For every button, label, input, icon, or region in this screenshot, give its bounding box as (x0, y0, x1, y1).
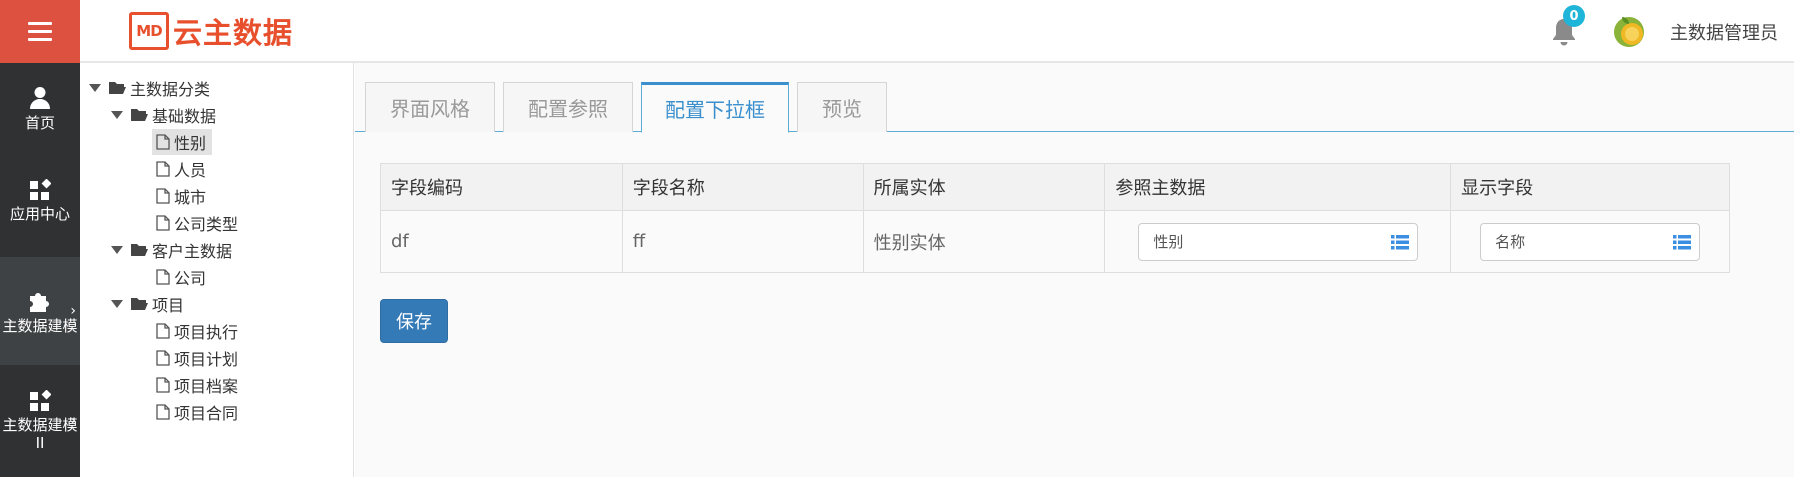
nav-item-master-data-modeling[interactable]: 主数据建模 › (0, 257, 80, 365)
tree-node-label: 项目 (152, 296, 185, 315)
column-header: 所属实体 (862, 163, 1106, 211)
tree-node-label: 公司类型 (174, 215, 239, 234)
tab-preview[interactable]: 预览 (797, 82, 887, 132)
tree-node-label: 项目计划 (174, 350, 239, 369)
logo-mark: MD (129, 12, 169, 50)
app-logo[interactable]: MD 云主数据 (129, 11, 293, 51)
tree-node-label: 人员 (174, 161, 207, 180)
column-header: 字段编码 (380, 163, 623, 211)
tree-node-label: 项目合同 (174, 404, 239, 423)
nav-item-home[interactable]: 首页 (0, 63, 80, 155)
tree-node-file[interactable]: 人员 (156, 156, 206, 182)
tree-node-folder[interactable]: 基础数据 (110, 102, 216, 128)
tree-node-root[interactable]: 主数据分类 (88, 75, 210, 101)
save-button[interactable]: 保存 (380, 299, 448, 343)
tree-node-file[interactable]: 城市 (156, 183, 206, 209)
field-config-table: 字段编码 字段名称 所属实体 参照主数据 显示字段 df ff 性别实体 性别 (380, 163, 1730, 273)
tree-node-label: 性别 (174, 134, 207, 153)
tree-node-file[interactable]: 项目档案 (156, 372, 238, 398)
column-header: 字段名称 (621, 163, 864, 211)
tree-node-label: 城市 (174, 188, 207, 207)
logo-text: 云主数据 (173, 16, 294, 50)
tree-node-file[interactable]: 公司类型 (156, 210, 238, 236)
chevron-right-icon: › (70, 303, 76, 319)
avatar[interactable] (1608, 11, 1650, 51)
list-icon[interactable] (1391, 234, 1410, 255)
file-icon (156, 350, 170, 366)
tree-node-label: 公司 (174, 269, 207, 288)
ref-master-value: 性别 (1153, 233, 1184, 251)
tab-ui-style[interactable]: 界面风格 (365, 82, 495, 132)
field-code-cell: df (380, 210, 623, 273)
file-icon (156, 269, 170, 285)
notification-badge: 0 (1563, 5, 1585, 27)
caret-down-icon[interactable] (110, 246, 124, 254)
column-header: 显示字段 (1450, 163, 1730, 211)
display-field-value: 名称 (1495, 233, 1526, 251)
tree-node-file[interactable]: 项目执行 (156, 318, 238, 344)
tree-node-label: 项目档案 (174, 377, 239, 396)
file-icon (156, 161, 170, 177)
display-field-select[interactable]: 名称 (1480, 222, 1700, 261)
nav-label: 主数据建模II (2, 416, 78, 452)
apps-icon (30, 179, 51, 200)
top-header: MD 云主数据 0 主数据管理员 (0, 0, 1794, 63)
left-nav: 首页 应用中心 主数据建模 › 主数据建模II › (0, 63, 80, 477)
nav-label: 应用中心 (9, 205, 70, 223)
field-name-cell: ff (621, 210, 864, 273)
caret-down-icon[interactable] (88, 84, 102, 92)
tree-node-label: 客户主数据 (152, 242, 233, 261)
folder-open-icon (130, 243, 148, 257)
tab-bar: 界面风格 配置参照 配置下拉框 预览 (355, 63, 1794, 133)
nav-item-master-data-modeling-ii[interactable]: 主数据建模II › (0, 365, 80, 477)
user-icon (30, 87, 50, 109)
tab-config-dropdown[interactable]: 配置下拉框 (641, 82, 789, 133)
file-icon (156, 215, 170, 231)
file-icon (156, 377, 170, 393)
category-tree: 主数据分类 基础数据 性别 人员 城市 公司类型 客户主数据 公司 项目 项目执… (80, 63, 354, 477)
puzzle-icon (30, 293, 49, 312)
user-name[interactable]: 主数据管理员 (1670, 19, 1778, 45)
hamburger-menu-icon[interactable] (0, 0, 80, 63)
entity-cell: 性别实体 (862, 210, 1106, 273)
file-icon (156, 404, 170, 420)
folder-open-icon (130, 108, 148, 122)
tree-node-folder[interactable]: 项目 (110, 291, 184, 317)
list-icon[interactable] (1673, 234, 1691, 255)
tree-node-folder[interactable]: 客户主数据 (110, 237, 232, 263)
display-field-cell: 名称 (1450, 210, 1730, 273)
file-icon (156, 134, 170, 150)
ref-master-select[interactable]: 性别 (1138, 222, 1419, 261)
file-icon (156, 188, 170, 204)
nav-label: 首页 (24, 114, 55, 132)
tree-node-label: 项目执行 (174, 323, 239, 342)
caret-down-icon[interactable] (110, 111, 124, 119)
ref-master-cell: 性别 (1104, 210, 1452, 273)
tree-node-label: 主数据分类 (130, 80, 211, 99)
table-header-row: 字段编码 字段名称 所属实体 参照主数据 显示字段 (380, 163, 1730, 211)
apps-icon (30, 390, 51, 411)
tree-node-file[interactable]: 公司 (156, 264, 206, 290)
folder-open-icon (130, 297, 148, 311)
main-content: 界面风格 配置参照 配置下拉框 预览 字段编码 字段名称 所属实体 参照主数据 … (355, 63, 1794, 477)
chevron-right-icon: › (70, 413, 76, 429)
tab-config-reference[interactable]: 配置参照 (503, 82, 633, 132)
column-header: 参照主数据 (1104, 163, 1452, 211)
folder-open-icon (108, 81, 126, 95)
tree-node-file[interactable]: 项目合同 (156, 399, 238, 425)
tree-node-label: 基础数据 (152, 107, 217, 126)
caret-down-icon[interactable] (110, 300, 124, 308)
tree-node-file[interactable]: 性别 (152, 129, 213, 155)
tree-node-file[interactable]: 项目计划 (156, 345, 238, 371)
table-row: df ff 性别实体 性别 名称 (380, 210, 1730, 273)
nav-label: 主数据建模 (2, 317, 78, 335)
nav-item-app-center[interactable]: 应用中心 (0, 155, 80, 247)
file-icon (156, 323, 170, 339)
